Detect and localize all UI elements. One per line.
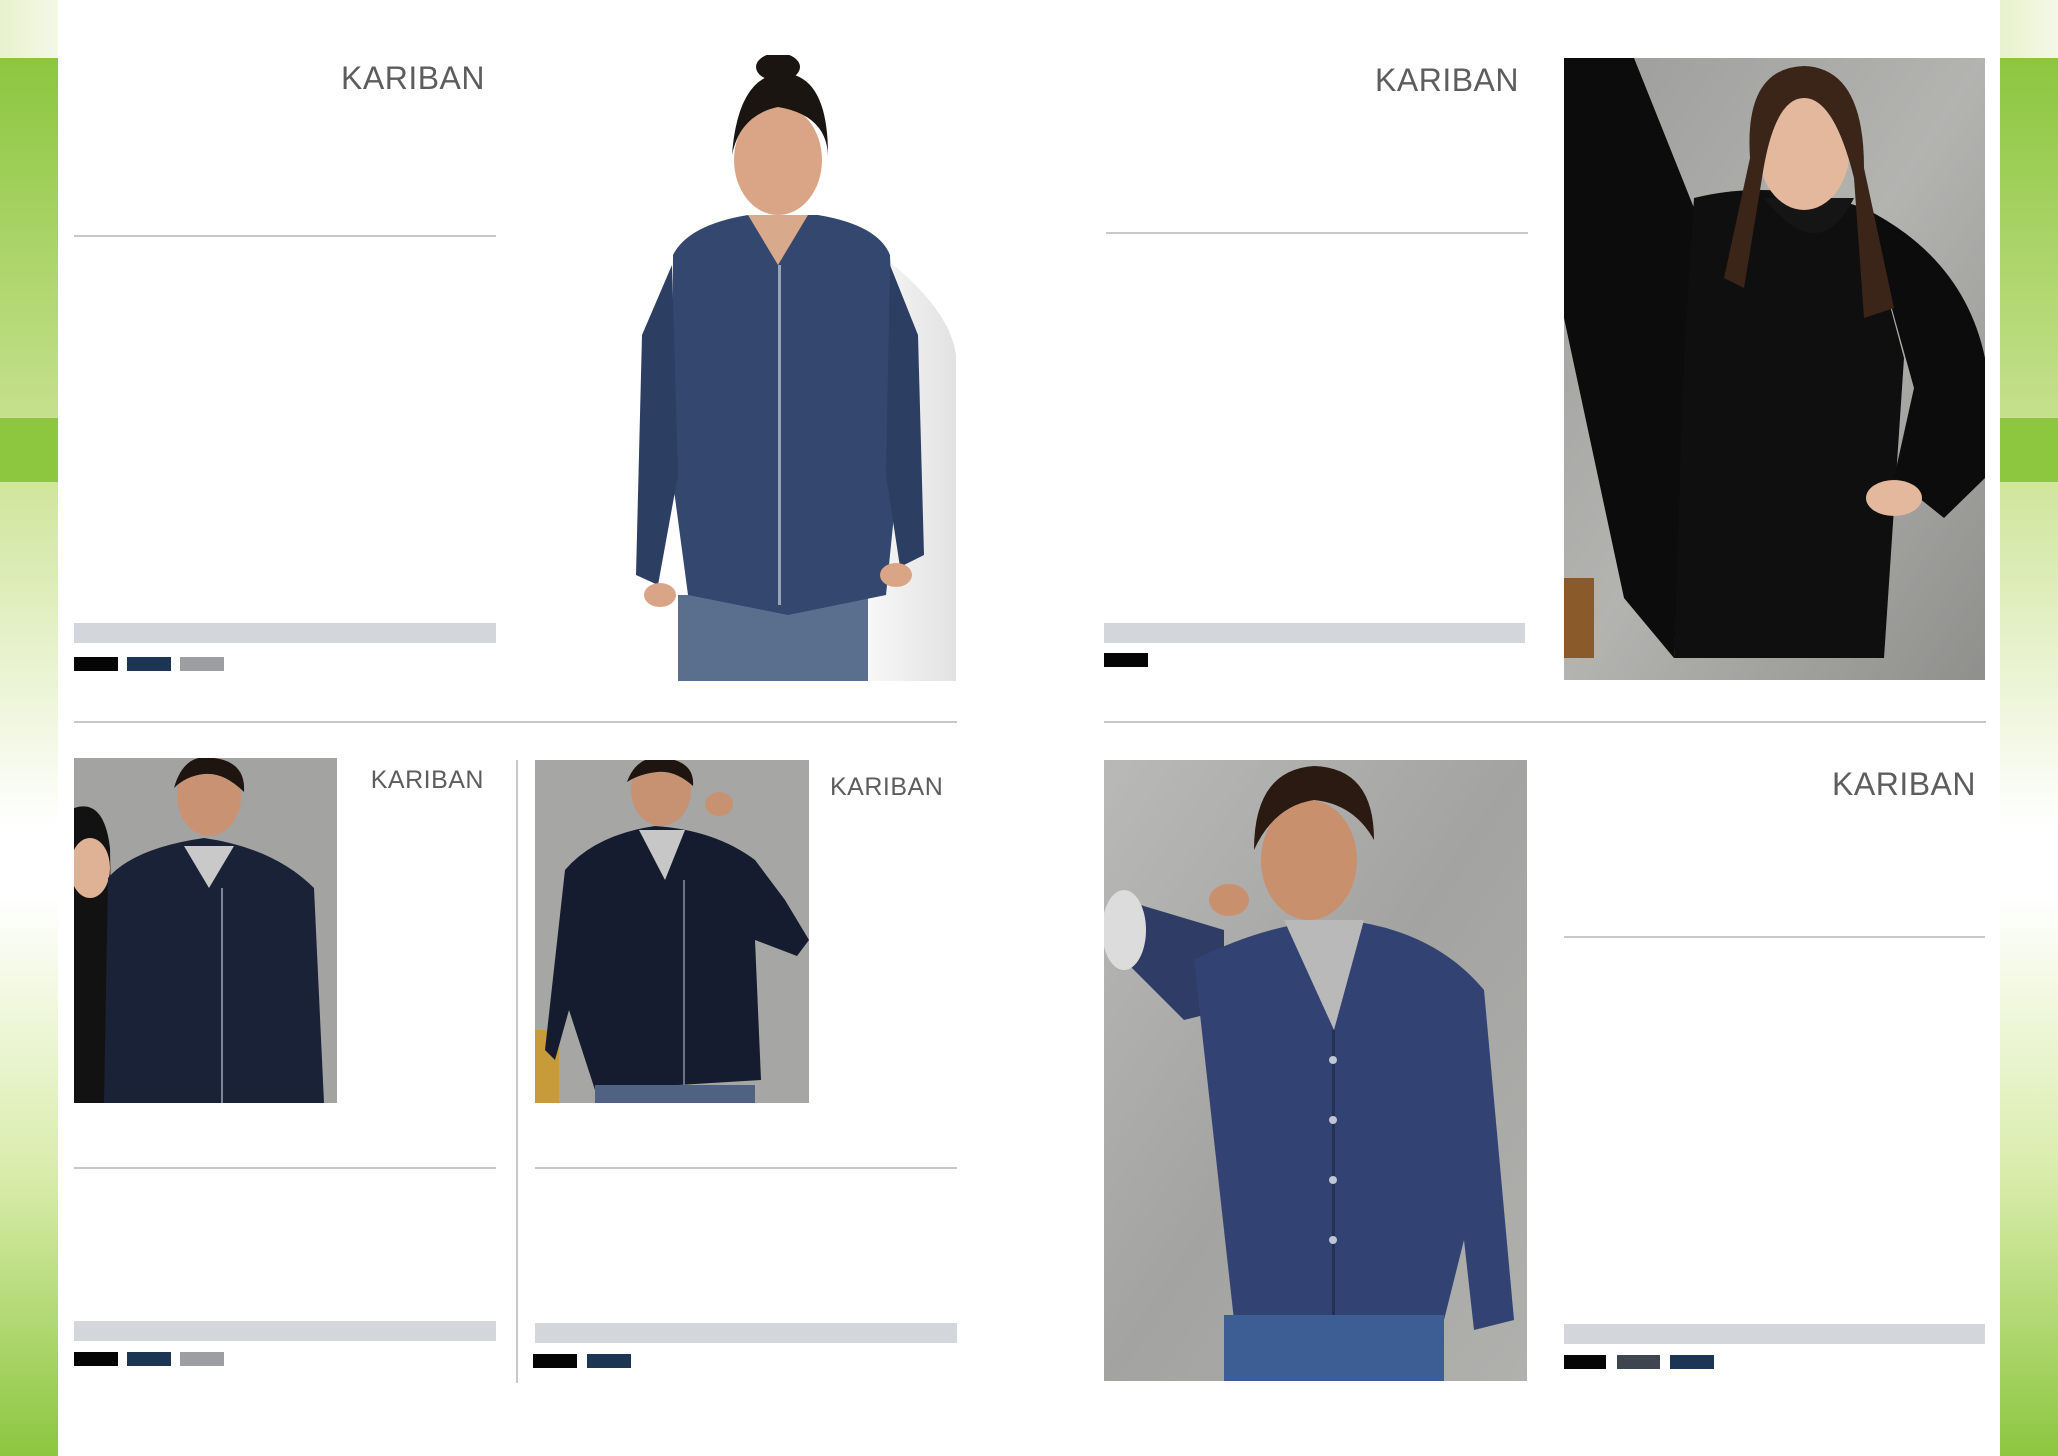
left-section-marker[interactable] [0,418,58,482]
man-navy-button-cardigan-image [1104,760,1527,1381]
man-navy-zip-cardigan-with-woman-image [74,758,337,1103]
color-band [74,623,496,643]
color-band [1104,623,1525,643]
color-band [1564,1324,1985,1344]
swatch-navy[interactable] [127,1352,171,1366]
swatch-navy[interactable] [127,657,171,671]
swatch-black[interactable] [1564,1355,1606,1369]
divider [1564,936,1985,938]
product-photo-woman-navy-zip-cardigan [628,55,958,681]
section-divider-left [74,721,957,723]
swatch-charcoal[interactable] [1617,1355,1660,1369]
column-divider [516,760,518,1383]
swatch-black[interactable] [74,1352,118,1366]
swatch-black[interactable] [74,657,118,671]
section-divider-right [1104,721,1986,723]
right-edge-tab [2000,0,2058,58]
left-edge-tab [0,0,58,58]
product-photo-man-navy-button-cardigan [1104,760,1527,1381]
brand-logo: KARIBAN [1832,766,1976,802]
swatch-navy[interactable] [1670,1355,1714,1369]
color-band [535,1323,957,1343]
divider [74,1167,496,1169]
swatch-grey[interactable] [180,657,224,671]
man-navy-zip-cardigan-image [535,760,809,1103]
right-edge-bar [2000,58,2058,1456]
swatch-grey[interactable] [180,1352,224,1366]
brand-logo: KARIBAN [1375,62,1519,98]
divider [74,235,496,237]
swatch-navy[interactable] [587,1354,631,1368]
color-band [74,1321,496,1341]
swatch-black[interactable] [533,1354,577,1368]
divider [1106,232,1528,234]
brand-logo: KARIBAN [830,773,944,801]
right-section-marker[interactable] [2000,418,2058,482]
woman-black-button-cardigan-image [1564,58,1985,680]
left-edge-bar [0,58,58,1456]
woman-navy-zip-cardigan-image [628,55,958,681]
swatch-black[interactable] [1104,653,1148,667]
product-photo-woman-black-button-cardigan [1564,58,1985,680]
brand-logo: KARIBAN [341,60,485,96]
product-photo-man-navy-zip-cardigan [535,760,809,1103]
brand-logo: KARIBAN [370,766,484,794]
product-photo-man-navy-zip-cardigan-with-woman [74,758,337,1103]
divider [535,1167,957,1169]
